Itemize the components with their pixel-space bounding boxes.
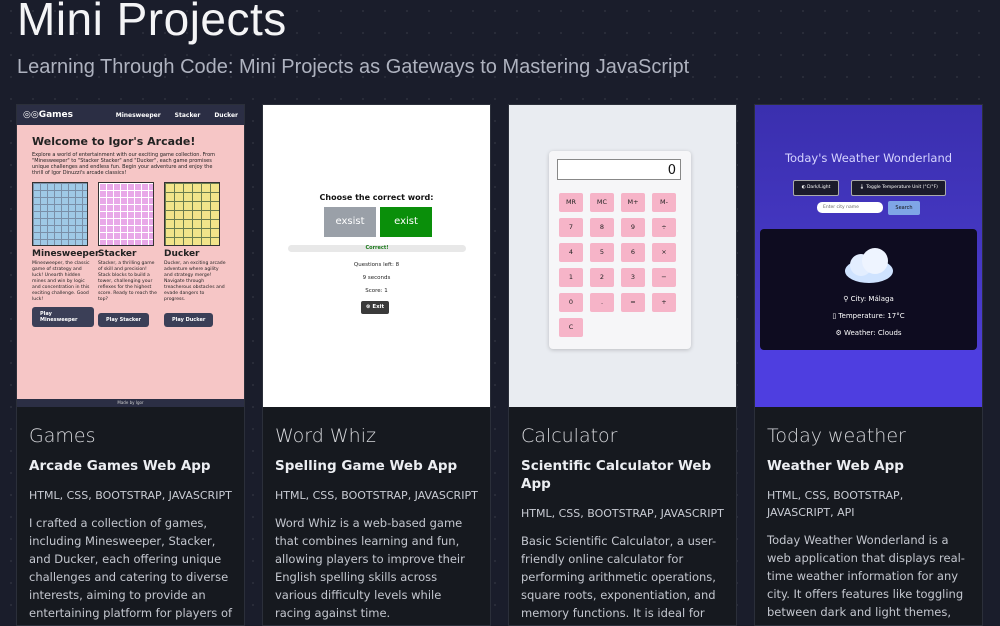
games-preview[interactable]: ◎◎Games Minesweeper Stacker Ducker Welco… — [17, 105, 244, 407]
ww-question: Choose the correct word: — [319, 193, 434, 202]
card-tech: HTML, CSS, BOOTSTRAP, JAVASCRIPT — [521, 507, 724, 520]
sun-icon: ◐ — [801, 185, 806, 190]
games-main: Welcome to Igor's Arcade! Explore a worl… — [17, 125, 244, 399]
game-desc: Minesweeper, the classic game of strateg… — [32, 261, 90, 302]
play-minesweeper-button: Play Minesweeper — [32, 307, 94, 327]
card-title: Word Whiz — [275, 425, 376, 447]
calc-key: 0 — [559, 293, 583, 312]
ww-option-right: exist — [380, 207, 432, 237]
calc-key: 6 — [621, 243, 645, 262]
calculator-body: 0 MR MC M+ M- 7 8 9 ÷ 4 5 6 × 1 2 3− 0. = + C — [549, 151, 691, 349]
card-description: Basic Scientific Calculator, a user-frie… — [521, 534, 717, 620]
calc-key: − — [652, 268, 676, 287]
card-title: Calculator — [521, 425, 618, 447]
games-nav-minesweeper: Minesweeper — [115, 111, 161, 119]
calc-key: MC — [590, 193, 614, 212]
card-description: Today Weather Wonderland is a web applic… — [767, 533, 965, 625]
card-subtitle: Arcade Games Web App — [29, 458, 211, 474]
wt-weather: ⚙ Weather: Clouds — [835, 329, 902, 337]
project-card-weather[interactable]: Today's Weather Wonderland ◐ Dark/Light … — [754, 104, 983, 626]
minesweeper-image — [32, 182, 88, 246]
thermometer-icon: ▯ — [832, 312, 837, 320]
game-title: Ducker — [164, 249, 200, 259]
ww-questions-left: Questions left: 8 — [353, 262, 400, 268]
games-heading: Welcome to Igor's Arcade! — [32, 135, 196, 148]
word-whiz-preview[interactable]: Choose the correct word: exsist exist Co… — [263, 105, 490, 407]
game-minesweeper: Minesweeper Minesweeper, the classic gam… — [32, 182, 100, 327]
card-tech: HTML, CSS, BOOTSTRAP, JAVASCRIPT — [29, 489, 232, 502]
calc-key: 9 — [621, 218, 645, 237]
stacker-image — [98, 182, 154, 246]
card-title: Today weather — [767, 425, 906, 447]
calc-key: 8 — [590, 218, 614, 237]
card-tech: HTML, CSS, BOOTSTRAP, JAVASCRIPT — [275, 489, 478, 502]
calc-key: 3 — [621, 268, 645, 287]
ww-option-wrong: exsist — [324, 207, 376, 237]
game-title: Stacker — [98, 249, 137, 259]
project-card-word-whiz[interactable]: Choose the correct word: exsist exist Co… — [262, 104, 491, 626]
card-description: Word Whiz is a web-based game that combi… — [275, 516, 465, 620]
wt-search-button: Search — [888, 201, 920, 215]
game-desc: Ducker, an exciting arcade adventure whe… — [164, 261, 226, 302]
card-tech: HTML, CSS, BOOTSTRAP, JAVASCRIPT, API — [767, 489, 904, 519]
calc-key: 1 — [559, 268, 583, 287]
thermometer-icon: 🌡 — [859, 185, 865, 190]
calc-key: 4 — [559, 243, 583, 262]
ww-score: Score: 1 — [365, 288, 388, 294]
calc-key: MR — [559, 193, 583, 212]
calc-key: M- — [652, 193, 676, 212]
exit-icon: ⊗ — [365, 304, 371, 310]
ww-status: Correct! — [288, 245, 466, 252]
calc-key: ÷ — [652, 218, 676, 237]
project-card-calculator[interactable]: 0 MR MC M+ M- 7 8 9 ÷ 4 5 6 × 1 2 3− 0. = + C Calculator S… — [508, 104, 737, 626]
calculator-display: 0 — [557, 159, 681, 180]
games-brand: ◎◎Games — [23, 110, 74, 120]
games-nav-stacker: Stacker — [174, 111, 201, 119]
wt-city: ⚲ City: Málaga — [843, 295, 894, 303]
calc-key: C — [559, 318, 583, 337]
ww-timer: 9 seconds — [362, 275, 391, 281]
game-stacker: Stacker Stacker, a thrilling game of ski… — [98, 182, 160, 327]
calc-key: = — [621, 293, 645, 312]
calc-key: 5 — [590, 243, 614, 262]
calc-key: M+ — [621, 193, 645, 212]
weather-preview[interactable]: Today's Weather Wonderland ◐ Dark/Light … — [755, 105, 982, 407]
location-icon: ⚲ — [843, 295, 849, 303]
card-subtitle: Scientific Calculator Web App — [521, 458, 712, 492]
wt-bottom-bg — [755, 350, 982, 407]
gear-icon: ⚙ — [835, 329, 842, 337]
games-intro: Explore a world of entertainment with ou… — [32, 152, 216, 176]
games-nav-ducker: Ducker — [214, 111, 238, 119]
game-ducker: Ducker Ducker, an exciting arcade advent… — [164, 182, 226, 327]
games-footer: Made by Igor — [17, 399, 244, 407]
ww-exit-button: ⊗ Exit — [361, 301, 389, 314]
ducker-image — [164, 182, 220, 246]
wt-unit-button: 🌡 Toggle Temperature Unit (°C/°F) — [851, 180, 946, 196]
wt-city-input: Enter city name — [817, 202, 883, 213]
calc-key: × — [652, 243, 676, 262]
card-description: I crafted a collection of games, includi… — [29, 516, 233, 620]
calc-key: . — [590, 293, 614, 312]
wt-theme-button: ◐ Dark/Light — [793, 180, 839, 196]
wt-heading: Today's Weather Wonderland — [784, 151, 953, 165]
play-stacker-button: Play Stacker — [98, 313, 149, 327]
game-title: Minesweeper — [32, 249, 100, 259]
cloud-icon — [845, 248, 893, 283]
card-subtitle: Weather Web App — [767, 458, 904, 474]
play-ducker-button: Play Ducker — [164, 313, 214, 327]
games-navbar: ◎◎Games Minesweeper Stacker Ducker — [17, 105, 244, 125]
wt-temperature: ▯ Temperature: 17°C — [832, 312, 905, 320]
page-subtitle: Learning Through Code: Mini Projects as … — [17, 56, 690, 78]
calculator-preview[interactable]: 0 MR MC M+ M- 7 8 9 ÷ 4 5 6 × 1 2 3− 0. = + C — [509, 105, 736, 407]
game-desc: Stacker, a thrilling game of skill and p… — [98, 261, 157, 302]
project-card-games[interactable]: ◎◎Games Minesweeper Stacker Ducker Welco… — [16, 104, 245, 626]
card-title: Games — [29, 425, 96, 447]
page-title: Mini Projects — [17, 0, 287, 45]
calc-key: 2 — [590, 268, 614, 287]
calc-key: + — [652, 293, 676, 312]
calc-key: 7 — [559, 218, 583, 237]
card-subtitle: Spelling Game Web App — [275, 458, 458, 474]
